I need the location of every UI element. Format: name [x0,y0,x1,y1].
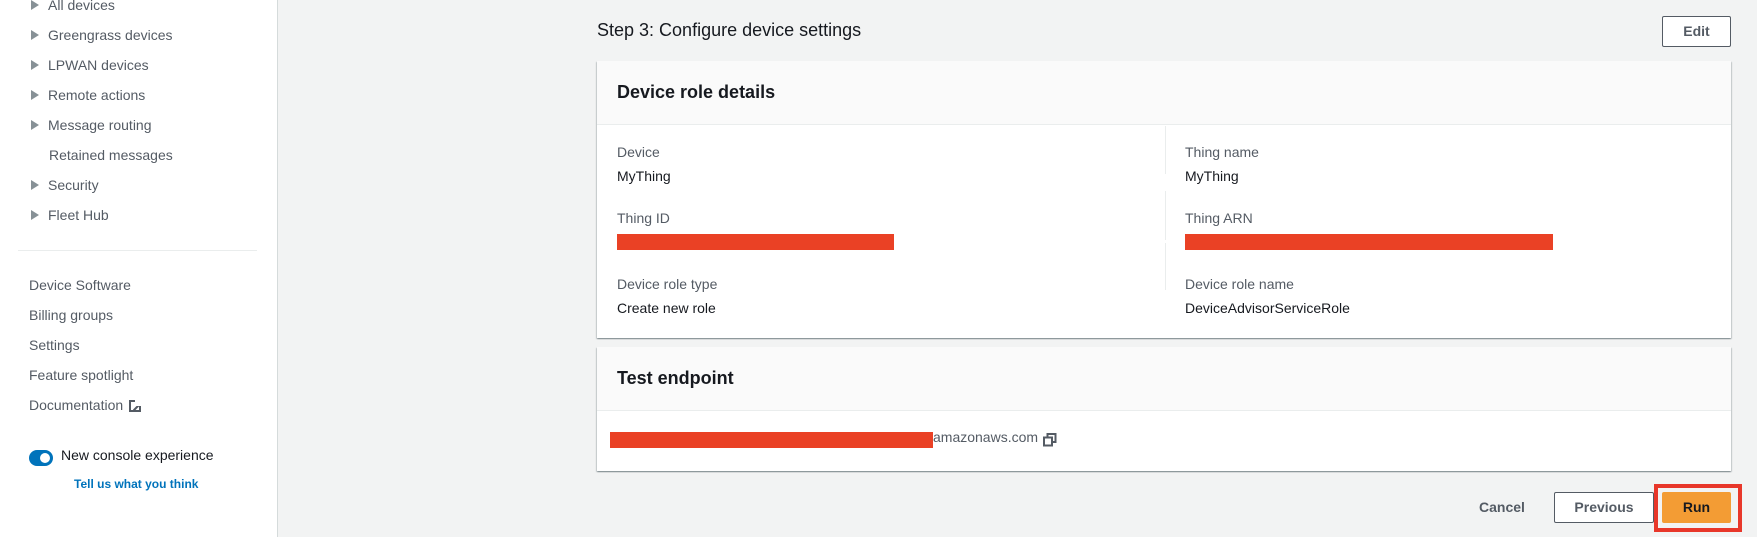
edit-button[interactable]: Edit [1662,16,1731,47]
sidebar-divider [18,250,257,251]
caret-right-icon [31,30,39,40]
run-button[interactable]: Run [1662,492,1731,523]
endpoint-value: amazonaws.com [933,429,1039,445]
field-thing-id: Thing ID [617,208,670,228]
column-divider [1165,126,1166,174]
feedback-link[interactable]: Tell us what you think [74,477,198,491]
step-title: Step 3: Configure device settings [597,20,862,40]
new-console-toggle-label: New console experience [61,447,214,463]
caret-right-icon [31,120,39,130]
field-value: Create new role [617,300,716,316]
field-label: Thing ARN [1185,210,1253,226]
endpoint-redaction [610,432,933,448]
panel-title: Device role details [617,82,776,102]
sidebar-item-label: Remote actions [48,87,146,103]
panel-title: Test endpoint [617,368,734,388]
field-value: MyThing [1185,168,1239,184]
sidebar-item-label: Message routing [48,117,152,133]
thing-arn-redaction [1185,234,1553,250]
new-console-toggle[interactable] [29,450,53,466]
copy-icon[interactable] [1043,433,1057,447]
sidebar-item-label: Fleet Hub [48,207,109,223]
field-device-role-name: Device role name DeviceAdvisorServiceRol… [1185,274,1350,318]
sidebar-item-label: Device Software [29,277,131,293]
external-link-icon [129,400,142,412]
sidebar-item-label: Retained messages [49,147,173,163]
field-label: Device [617,144,660,160]
column-divider [1165,243,1166,290]
field-thing-name: Thing name MyThing [1185,142,1259,186]
panel-header: Test endpoint [597,347,1731,411]
device-role-details-panel: Device role details Device MyThing Thing… [597,61,1731,338]
caret-right-icon [31,60,39,70]
sidebar-item-label: Settings [29,337,80,353]
field-device: Device MyThing [617,142,671,186]
field-label: Thing ID [617,210,670,226]
cancel-button[interactable]: Cancel [1462,492,1542,523]
sidebar-item-label: Documentation [29,397,124,413]
test-endpoint-panel: Test endpoint amazonaws.com [597,347,1731,471]
caret-right-icon [31,0,39,10]
caret-right-icon [31,90,39,100]
field-value: MyThing [617,168,671,184]
sidebar: All devices Greengrass devices LPWAN dev… [0,0,278,537]
sidebar-item-label: Greengrass devices [48,27,173,43]
field-device-role-type: Device role type Create new role [617,274,717,318]
caret-right-icon [31,210,39,220]
field-thing-arn: Thing ARN [1185,208,1253,228]
field-label: Thing name [1185,144,1259,160]
field-value: DeviceAdvisorServiceRole [1185,300,1350,316]
previous-button[interactable]: Previous [1554,492,1654,523]
column-divider [1165,191,1166,240]
thing-id-redaction [617,234,894,250]
caret-right-icon [31,180,39,190]
sidebar-item-label: Billing groups [29,307,114,323]
sidebar-item-label: Security [48,177,99,193]
panel-header: Device role details [597,61,1731,125]
field-label: Device role name [1185,276,1294,292]
sidebar-item-label: All devices [48,0,115,13]
sidebar-item-label: LPWAN devices [48,57,149,73]
sidebar-item-label: Feature spotlight [29,367,134,383]
toggle-knob [40,453,50,463]
field-label: Device role type [617,276,718,292]
